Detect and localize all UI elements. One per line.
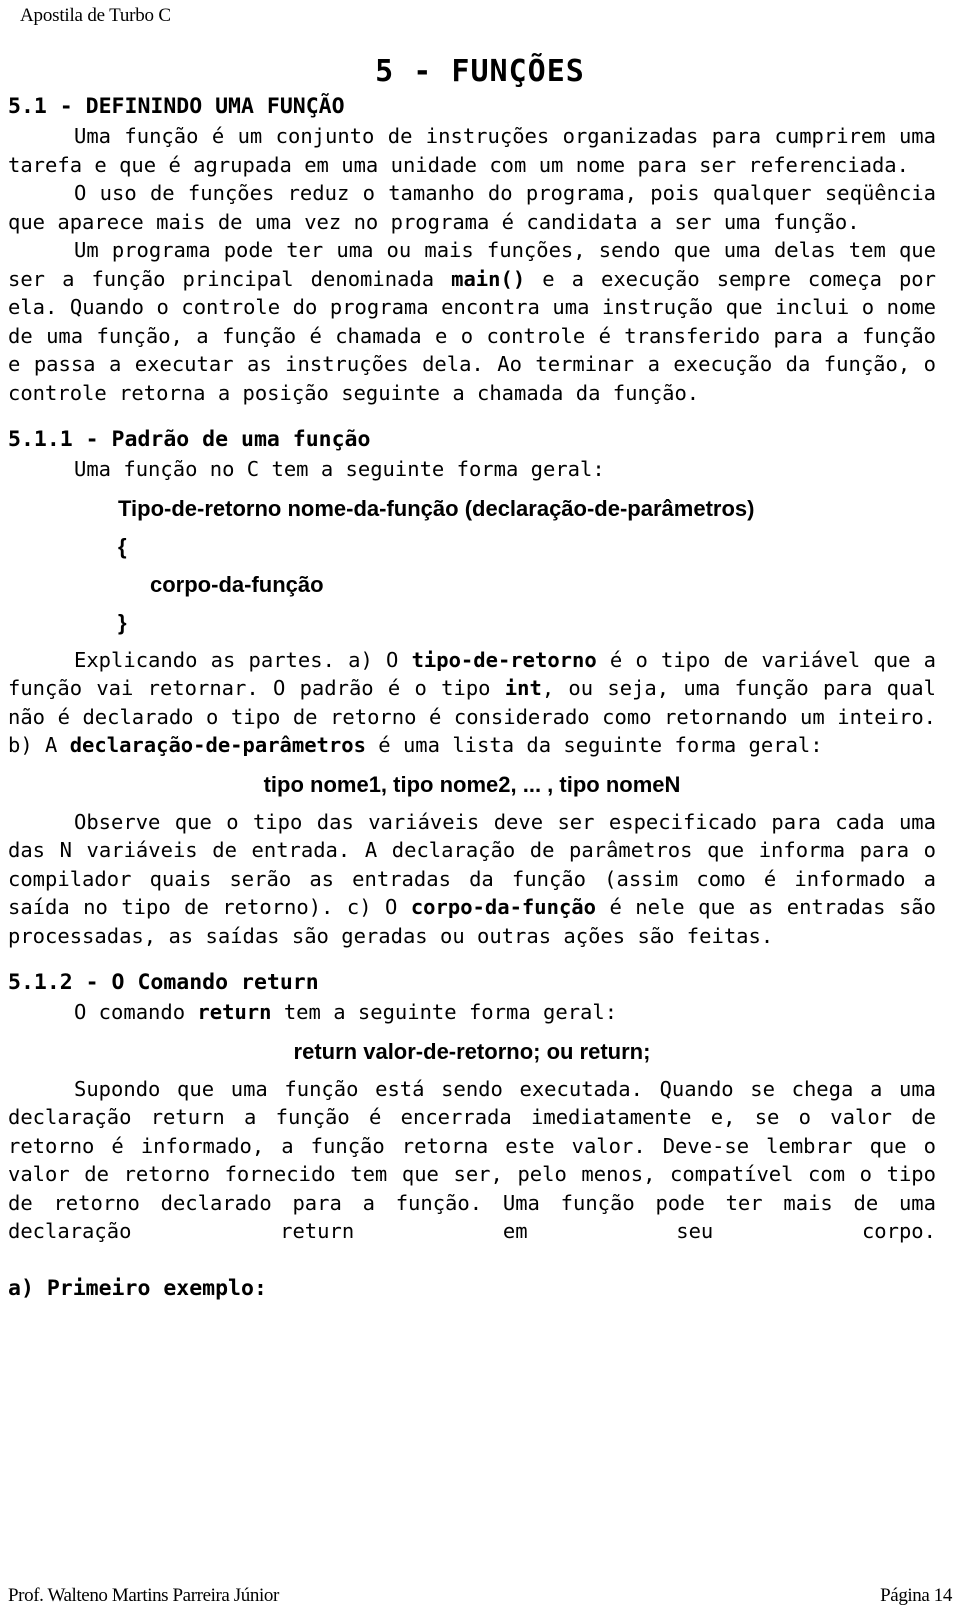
heading-first-example: a) Primeiro exemplo: (8, 1276, 267, 1301)
paragraph-text-part-1: Explicando as partes. a) O (74, 647, 412, 672)
section-heading-5-1: 5.1 - DEFININDO UMA FUNÇÃO (8, 94, 345, 119)
paragraph-general-form-intro: Uma função no C tem a seguinte forma ger… (74, 457, 605, 481)
inline-term-corpo-da-funcao: corpo-da-função (410, 895, 596, 919)
syntax-function-signature: Tipo-de-retorno nome-da-função (declaraç… (118, 495, 755, 521)
paragraph-text-part-2: tem a seguinte forma geral: (271, 1000, 618, 1024)
footer-author: Prof. Walteno Martins Parreira Júnior (8, 1585, 279, 1606)
syntax-close-brace: } (118, 609, 127, 635)
body-column: 5.1 - DEFININDO UMA FUNÇÃO Uma função é … (8, 92, 936, 1304)
section-heading-5-1-1: 5.1.1 - Padrão de uma função (8, 427, 371, 452)
syntax-return-statement: return valor-de-retorno; ou return; (293, 1038, 651, 1064)
page-footer: Prof. Walteno Martins Parreira Júnior Pá… (8, 1583, 952, 1609)
paragraph-parameter-declaration: Observe que o tipo das variáveis deve se… (8, 808, 936, 951)
inline-term-int: int (504, 676, 542, 700)
paragraph-definition-intro: Uma função é um conjunto de instruções o… (8, 124, 936, 177)
chapter-title: 5 - FUNÇÕES (375, 54, 585, 90)
footer-page-number: Página 14 (880, 1585, 952, 1606)
inline-keyword-return: return (197, 1000, 272, 1024)
section-heading-5-1-2: 5.1.2 - O Comando return (8, 970, 319, 995)
inline-code-main: main() (451, 266, 526, 291)
inline-term-tipo-de-retorno: tipo-de-retorno (411, 647, 597, 672)
paragraph-text-part-1: O comando (74, 1000, 198, 1024)
paragraph-text: O uso de funções reduz o tamanho do prog… (8, 181, 936, 234)
syntax-parameter-list: tipo nome1, tipo nome2, ... , tipo nomeN (263, 771, 681, 797)
syntax-body-placeholder: corpo-da-função (150, 571, 324, 597)
paragraph-explaining-parts: Explicando as partes. a) O tipo-de-retor… (8, 646, 936, 760)
syntax-open-brace: { (118, 533, 127, 559)
paragraph-main-function: Um programa pode ter uma ou mais funções… (8, 236, 936, 407)
paragraph-function-reuse: O uso de funções reduz o tamanho do prog… (8, 179, 936, 236)
paragraph-text-part-4: é uma lista da seguinte forma geral: (365, 733, 823, 757)
function-syntax-block: Tipo-de-retorno nome-da-função (declaraç… (8, 494, 936, 646)
paragraph-return-intro: O comando return tem a seguinte forma ge… (8, 998, 936, 1027)
document-page: Apostila de Turbo C 5 - FUNÇÕES 5.1 - DE… (0, 0, 960, 1619)
paragraph-return-behaviour: Supondo que uma função está sendo execut… (8, 1076, 936, 1244)
running-head: Apostila de Turbo C (20, 5, 171, 26)
inline-term-declaracao-de-parametros: declaração-de-parâmetros (69, 733, 366, 757)
